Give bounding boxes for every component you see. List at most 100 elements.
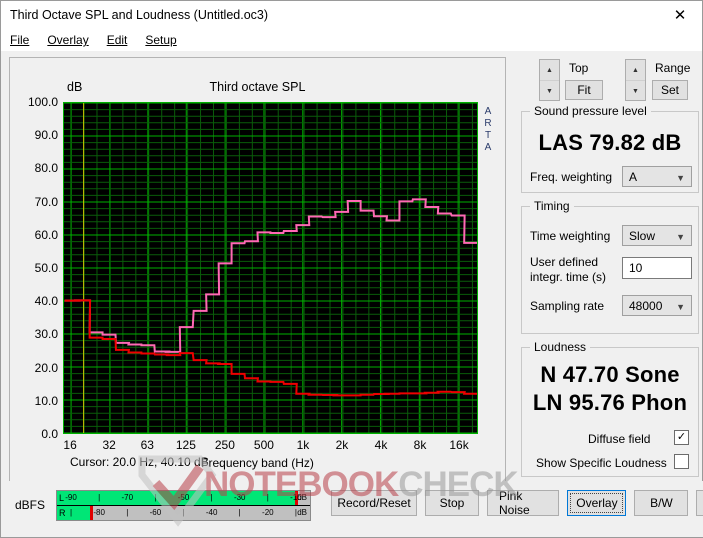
range-spinner-up-icon[interactable]: ▲ bbox=[626, 60, 645, 81]
meter-channel-left-label: L bbox=[59, 493, 65, 503]
cursor-readout: Cursor: 20.0 Hz, 40.10 dB bbox=[70, 455, 209, 469]
meter-tick-label: -30 bbox=[233, 493, 246, 502]
y-tick-label: 50.0 bbox=[34, 261, 58, 275]
y-tick-label: 70.0 bbox=[34, 194, 58, 209]
y-tick-label: 80.0 bbox=[34, 161, 58, 176]
time-weighting-label: Time weighting bbox=[530, 229, 611, 243]
x-tick-label: 32 bbox=[102, 438, 116, 452]
overlay-button[interactable]: Overlay bbox=[567, 490, 627, 516]
loudness-group: Loudness N 47.70 Sone LN 95.76 Phon Diff… bbox=[521, 340, 699, 477]
x-tick-label: 500 bbox=[253, 438, 274, 452]
x-tick-label: 16 bbox=[63, 438, 77, 452]
meter-fill-left bbox=[57, 491, 295, 505]
right-control-panel: ▲ ▼ Top Fit ▲ ▼ Range Set Sound pressure… bbox=[513, 51, 699, 483]
spl-value: LAS 79.82 dB bbox=[538, 130, 682, 155]
meter-tick-label: | bbox=[126, 508, 129, 517]
set-button[interactable]: Set bbox=[652, 80, 688, 100]
y-tick-label: 40.0 bbox=[34, 294, 58, 309]
pink-noise-button[interactable]: Pink Noise bbox=[487, 489, 560, 517]
meter-tick-label: | bbox=[154, 493, 157, 502]
menu-bar: File Overlay Edit Setup bbox=[1, 29, 702, 51]
diffuse-field-label: Diffuse field bbox=[588, 432, 651, 446]
loudness-group-legend: Loudness bbox=[530, 340, 591, 354]
range-label: Range bbox=[655, 61, 691, 75]
dbfs-label: dBFS bbox=[15, 498, 46, 512]
sampling-rate-select[interactable]: 48000 ▼ bbox=[622, 295, 692, 316]
menu-item-edit[interactable]: Edit bbox=[107, 33, 128, 47]
record-reset-button[interactable]: Record/Reset bbox=[331, 490, 417, 516]
meter-tick-label: -10 bbox=[290, 493, 302, 502]
meter-tick-label: | bbox=[70, 508, 73, 517]
menu-item-file-label: File bbox=[10, 33, 30, 47]
y-tick-label: 10.0 bbox=[34, 393, 58, 408]
fit-button[interactable]: Fit bbox=[565, 80, 603, 100]
menu-item-overlay[interactable]: Overlay bbox=[47, 33, 88, 47]
close-icon[interactable]: ✕ bbox=[658, 1, 702, 29]
sampling-rate-value: 48000 bbox=[629, 298, 663, 313]
menu-item-file[interactable]: File bbox=[10, 33, 29, 47]
show-specific-loudness-checkbox[interactable] bbox=[674, 454, 689, 469]
time-weighting-value: Slow bbox=[629, 228, 656, 243]
chart-title: Third octave SPL bbox=[209, 80, 306, 94]
range-spinner-down-icon[interactable]: ▼ bbox=[626, 81, 645, 101]
top-label: Top bbox=[569, 61, 589, 75]
freq-weighting-select[interactable]: A ▼ bbox=[622, 166, 692, 187]
top-spinner-up-icon[interactable]: ▲ bbox=[540, 60, 559, 81]
meter-tick-label: | bbox=[294, 508, 297, 517]
integration-time-value: 10 bbox=[629, 261, 643, 275]
spl-chart-svg bbox=[64, 103, 477, 433]
spl-group-legend: Sound pressure level bbox=[530, 104, 651, 118]
checkmark-icon: ✓ bbox=[676, 431, 687, 443]
x-tick-label: 1k bbox=[296, 438, 310, 452]
b-w-button[interactable]: B/W bbox=[634, 490, 689, 516]
meter-tick-label: -70 bbox=[121, 493, 134, 502]
meter-tick-label: -50 bbox=[177, 493, 190, 502]
meter-tick-label: | bbox=[210, 493, 213, 502]
top-spinner[interactable]: ▲ ▼ bbox=[539, 59, 560, 101]
title-bar: Third Octave SPL and Loudness (Untitled.… bbox=[1, 1, 702, 29]
loudness-sone-value: N 47.70 Sone bbox=[540, 362, 680, 387]
y-tick-label: 100.0 bbox=[27, 95, 58, 109]
y-tick-label: 20.0 bbox=[34, 360, 58, 375]
range-spinner[interactable]: ▲ ▼ bbox=[625, 59, 646, 101]
meter-tick-label: | bbox=[238, 508, 241, 517]
integration-time-input[interactable]: 10 bbox=[622, 257, 692, 279]
input-level-meter: L dB -90 | -70 | -50 | -30 | -10 R dB | -80 | -60 | -… bbox=[56, 490, 311, 521]
meter-tick-label: -40 bbox=[205, 508, 218, 517]
stop-button[interactable]: Stop bbox=[425, 490, 479, 516]
meter-lane-left: L dB -90 | -70 | -50 | -30 | -10 bbox=[57, 491, 310, 506]
menu-item-setup-label: Setup bbox=[145, 33, 177, 47]
loudness-phon-value: LN 95.76 Phon bbox=[532, 390, 688, 415]
window-title: Third Octave SPL and Loudness (Untitled.… bbox=[10, 8, 269, 22]
graph-panel: Third octave SPL dB 100.0 90.0 80.0 70.0 60.… bbox=[9, 57, 506, 482]
freq-weighting-label: Freq. weighting bbox=[530, 170, 613, 184]
meter-tick-label: | bbox=[266, 493, 269, 502]
freq-weighting-value: A bbox=[629, 169, 638, 184]
x-tick-label: 8k bbox=[413, 438, 427, 452]
x-axis-tick-labels: 16 32 63 125 250 500 1k 2k 4k 8k 16k bbox=[63, 438, 480, 456]
scale-controls: ▲ ▼ Top Fit ▲ ▼ Range Set bbox=[525, 57, 700, 103]
meter-unit-right-label: dB bbox=[297, 508, 307, 517]
menu-item-setup[interactable]: Setup bbox=[145, 33, 176, 47]
y-tick-label: 30.0 bbox=[34, 327, 58, 342]
x-tick-label: 4k bbox=[374, 438, 388, 452]
x-tick-label: 16k bbox=[449, 438, 469, 452]
show-specific-loudness-label: Show Specific Loudness bbox=[536, 456, 667, 470]
x-tick-label: 250 bbox=[214, 438, 235, 452]
meter-channel-right-label: R bbox=[59, 508, 66, 518]
top-spinner-down-icon[interactable]: ▼ bbox=[540, 81, 559, 101]
y-axis-unit-label: dB bbox=[67, 80, 83, 94]
transport-button-bar: Record/Reset Stop Pink Noise Overlay B/W Copy bbox=[331, 489, 703, 517]
copy-button[interactable]: Copy bbox=[696, 490, 703, 516]
timing-group-legend: Timing bbox=[530, 199, 574, 213]
time-weighting-select[interactable]: Slow ▼ bbox=[622, 225, 692, 246]
plot-area[interactable] bbox=[63, 102, 478, 434]
sound-pressure-level-group: Sound pressure level LAS 79.82 dB Freq. … bbox=[521, 104, 699, 193]
diffuse-field-checkbox[interactable]: ✓ bbox=[674, 430, 689, 445]
menu-item-overlay-label: Overlay bbox=[47, 33, 89, 47]
meter-tick-label: | bbox=[182, 508, 185, 517]
meter-lane-right: R dB | -80 | -60 | -40 | -20 | bbox=[57, 506, 310, 520]
y-axis-tick-labels: 100.0 90.0 80.0 70.0 60.0 50.0 40.0 30.0 20.0 10.… bbox=[10, 95, 60, 441]
meter-tick-label: -90 bbox=[65, 493, 77, 502]
bottom-bar: dBFS L dB -90 | -70 | -50 | -30 | -10 R dB | -80 |… bbox=[1, 481, 703, 537]
